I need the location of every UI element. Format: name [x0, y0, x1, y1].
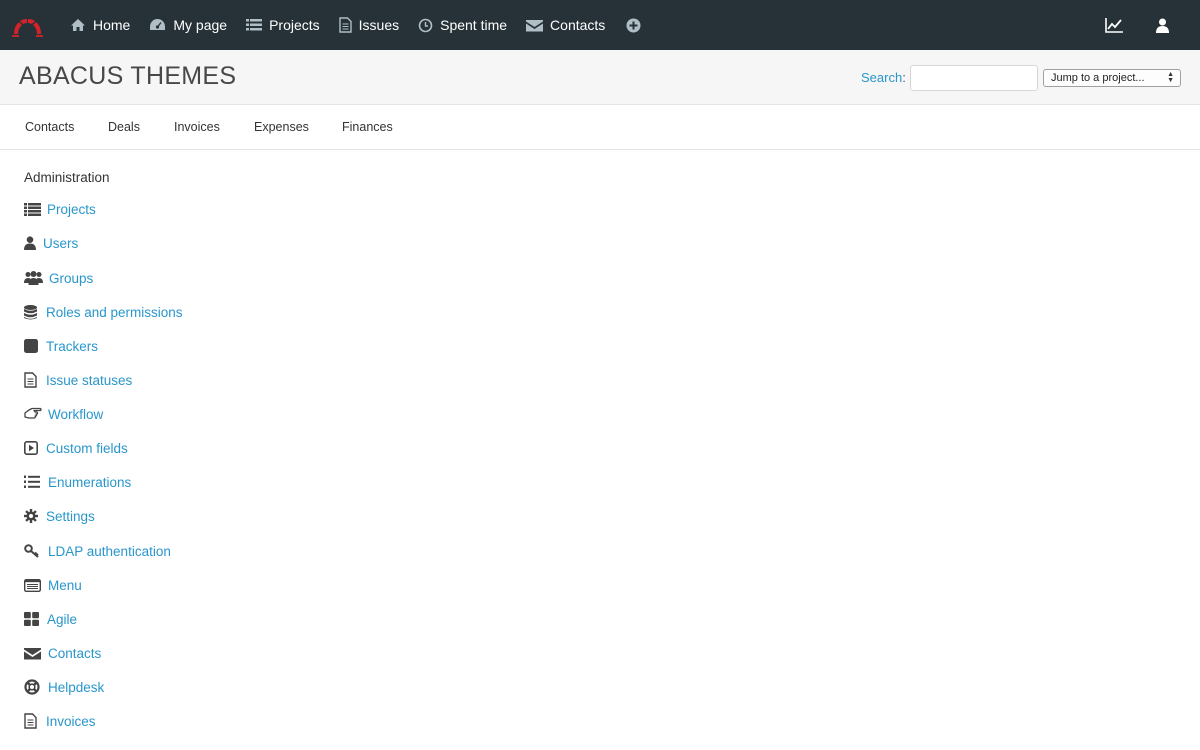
admin-item-label[interactable]: Issue statuses [46, 373, 132, 388]
list-icon [246, 19, 263, 31]
search-label-colon: : [902, 70, 906, 85]
database-icon [24, 304, 41, 320]
admin-item-custom-fields[interactable]: Custom fields [24, 439, 128, 457]
admin-item-trackers[interactable]: Trackers [24, 337, 98, 355]
admin-item-label[interactable]: Menu [48, 578, 82, 593]
top-bar: Home My page Projects Issues Spent time … [0, 0, 1200, 50]
grid-icon [24, 611, 42, 627]
admin-item-helpdesk[interactable]: Helpdesk [24, 678, 104, 696]
gear-icon [24, 508, 41, 524]
menu-window-icon [24, 577, 43, 593]
group-icon [24, 270, 44, 286]
user-account-icon[interactable] [1156, 18, 1169, 33]
topnav-my-page[interactable]: My page [149, 0, 227, 50]
topnav-projects[interactable]: Projects [246, 0, 320, 50]
envelope-icon [24, 645, 43, 661]
document-icon [338, 17, 352, 33]
admin-item-label[interactable]: Workflow [48, 407, 103, 422]
topnav-home[interactable]: Home [70, 0, 130, 50]
top-navigation: Home My page Projects Issues Spent time … [70, 0, 641, 50]
admin-item-enumerations[interactable]: Enumerations [24, 473, 131, 491]
activity-chart-icon[interactable] [1105, 17, 1124, 33]
admin-item-label[interactable]: Settings [46, 509, 95, 524]
page-title: ABACUS THEMES [19, 62, 237, 90]
admin-item-label[interactable]: LDAP authentication [48, 544, 171, 559]
admin-item-roles-and-permissions[interactable]: Roles and permissions [24, 303, 183, 321]
select-arrows-icon: ▲ ▼ [1167, 71, 1174, 84]
tab-finances[interactable]: Finances [342, 120, 393, 134]
admin-item-issue-statuses[interactable]: Issue statuses [24, 371, 132, 389]
administration-heading: Administration [24, 170, 110, 185]
tab-contacts[interactable]: Contacts [25, 120, 74, 134]
hand-pointer-icon [24, 406, 43, 422]
topnav-spent-time-label: Spent time [440, 17, 508, 33]
tab-invoices[interactable]: Invoices [174, 120, 220, 134]
admin-item-label[interactable]: Helpdesk [48, 680, 104, 695]
add-new-icon[interactable] [626, 18, 641, 33]
topnav-home-label: Home [93, 17, 131, 33]
key-icon [24, 543, 43, 559]
topnav-contacts[interactable]: Contacts [526, 0, 605, 50]
admin-item-label[interactable]: Invoices [46, 714, 96, 729]
project-tabs: Contacts Deals Invoices Expenses Finance… [0, 105, 1200, 150]
admin-item-groups[interactable]: Groups [24, 269, 93, 287]
tab-deals[interactable]: Deals [108, 120, 140, 134]
topnav-projects-label: Projects [269, 17, 320, 33]
admin-item-invoices[interactable]: Invoices [24, 712, 96, 730]
admin-item-ldap-authentication[interactable]: LDAP authentication [24, 542, 171, 560]
project-header: ABACUS THEMES Search: Jump to a project.… [0, 50, 1200, 105]
search-label-text[interactable]: Search [861, 70, 902, 85]
admin-item-label[interactable]: Groups [49, 271, 93, 286]
square-icon [24, 338, 41, 354]
document-icon [24, 713, 41, 729]
admin-item-label[interactable]: Projects [47, 202, 96, 217]
topnav-spent-time[interactable]: Spent time [418, 0, 507, 50]
document-icon [24, 372, 41, 388]
topnav-issues[interactable]: Issues [338, 0, 400, 50]
admin-item-projects[interactable]: Projects [24, 200, 96, 218]
admin-item-label[interactable]: Enumerations [48, 475, 131, 490]
admin-item-agile[interactable]: Agile [24, 610, 77, 628]
tab-expenses[interactable]: Expenses [254, 120, 309, 134]
admin-item-label[interactable]: Trackers [46, 339, 98, 354]
topnav-issues-label: Issues [358, 17, 400, 33]
admin-item-contacts[interactable]: Contacts [24, 644, 101, 662]
admin-item-label[interactable]: Users [43, 236, 78, 251]
admin-item-menu[interactable]: Menu [24, 576, 82, 594]
dashboard-icon [150, 19, 166, 30]
user-icon [24, 235, 38, 251]
top-right-actions [1105, 0, 1200, 50]
clock-icon [418, 18, 433, 32]
admin-item-workflow[interactable]: Workflow [24, 405, 103, 423]
admin-item-users[interactable]: Users [24, 234, 78, 252]
home-icon [71, 19, 85, 31]
search-input[interactable] [910, 65, 1038, 91]
search-label[interactable]: Search: [861, 70, 906, 85]
admin-item-label[interactable]: Custom fields [46, 441, 128, 456]
topnav-contacts-label: Contacts [550, 17, 606, 33]
lifebuoy-icon [24, 679, 43, 695]
admin-item-label[interactable]: Agile [47, 612, 77, 627]
redmine-logo-icon[interactable] [10, 10, 44, 38]
envelope-icon [526, 19, 544, 31]
admin-item-label[interactable]: Roles and permissions [46, 305, 183, 320]
jump-to-project-select[interactable]: Jump to a project... ▲ ▼ [1043, 69, 1181, 87]
admin-item-label[interactable]: Contacts [48, 646, 101, 661]
ordered-list-icon [24, 474, 43, 490]
topnav-my-page-label: My page [173, 17, 228, 33]
jump-to-project-label: Jump to a project... [1051, 72, 1145, 84]
play-square-icon [24, 440, 41, 456]
list-icon [24, 201, 42, 217]
admin-item-settings[interactable]: Settings [24, 507, 95, 525]
